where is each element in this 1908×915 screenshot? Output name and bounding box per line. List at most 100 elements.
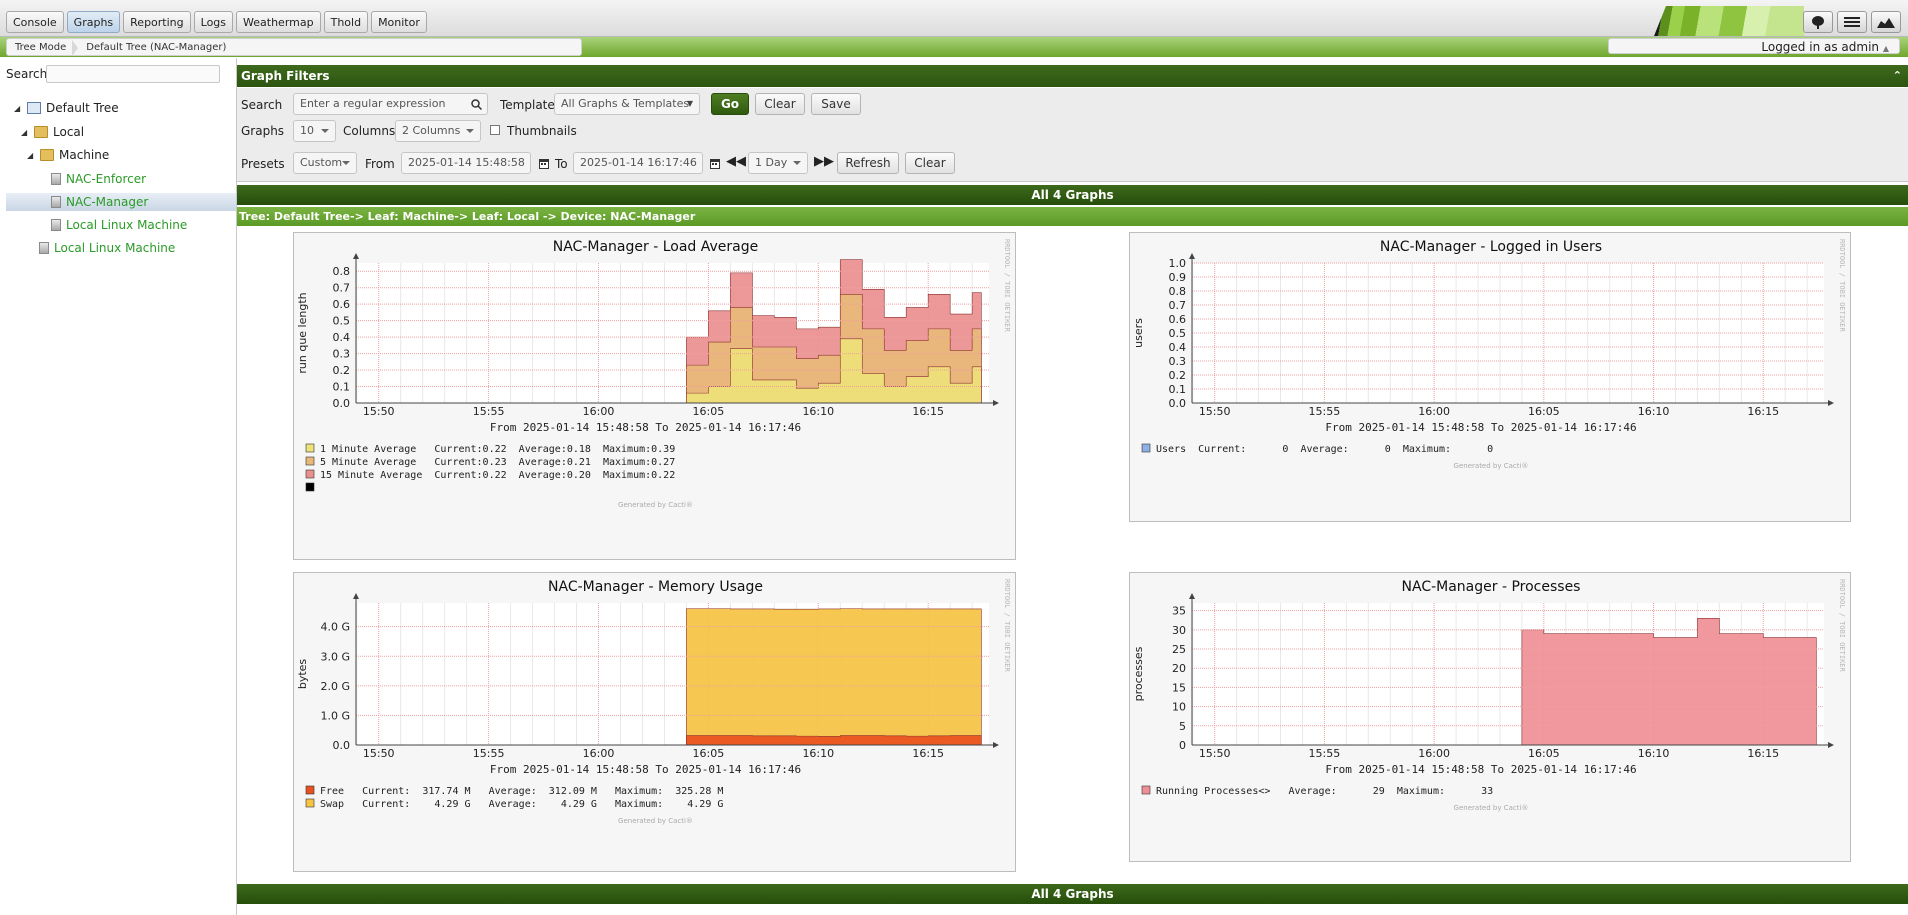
device-icon <box>39 242 49 254</box>
tree-pane: Search <box>0 58 237 915</box>
legend-swatch <box>305 469 315 479</box>
tree-view-button[interactable] <box>1803 11 1833 33</box>
load-average-chart: 0.0 0.1 0.2 0.3 0.4 0.5 0.6 0.7 0.8 15:50 15:55 16:… <box>296 239 1011 509</box>
graph-memory-usage[interactable]: 0.0 1.0 G 2.0 G 3.0 G 4.0 G 15:50 15:55 16:00 16… <box>293 572 1016 872</box>
tree-node-label: Local Linux Machine <box>66 218 188 232</box>
tab-weathermap[interactable]: Weathermap <box>236 11 321 33</box>
graph-filters-header: Graph Filters ⌃ <box>237 65 1908 87</box>
y-tick-label: 15 <box>1172 681 1186 694</box>
tree-node-nac-enforcer[interactable]: NAC-Enforcer <box>51 172 146 186</box>
x-tick-label: 16:05 <box>693 405 725 418</box>
x-tick-label: 16:10 <box>802 747 834 760</box>
calendar-from-icon[interactable] <box>539 158 549 169</box>
y-tick-label: 0.4 <box>1169 341 1187 354</box>
tree-node-machine[interactable]: ◢ Machine <box>27 148 109 162</box>
device-icon <box>51 173 61 185</box>
collapse-icon[interactable]: ◢ <box>27 151 35 160</box>
preview-view-button[interactable] <box>1871 11 1901 33</box>
search-input[interactable]: Enter a regular expression <box>293 93 488 115</box>
calendar-to-icon[interactable] <box>710 158 720 169</box>
tree-node-default-tree[interactable]: ◢ Default Tree <box>14 101 119 115</box>
x-tick-label: 16:15 <box>912 405 944 418</box>
clear-timespan-button[interactable]: Clear <box>905 152 955 174</box>
y-axis-label: run que length <box>296 292 309 373</box>
tree-search-label: Search <box>6 67 48 81</box>
legend-swatch <box>305 785 315 795</box>
legend-text: 1 Minute Average Current:0.22 Average:0.… <box>320 444 675 455</box>
chart-title: NAC-Manager - Load Average <box>553 239 758 255</box>
chart-title: NAC-Manager - Memory Usage <box>548 579 763 595</box>
y-tick-label: 0.1 <box>1169 383 1187 396</box>
shift-right-icon[interactable]: ▶▶ <box>814 154 834 169</box>
y-axis-arrow <box>1189 253 1195 259</box>
rrdtool-credit: RRDTOOL / TOBI OETIKER <box>1003 239 1011 333</box>
collapse-filters-icon[interactable]: ⌃ <box>1893 65 1902 87</box>
graphs-per-page-select[interactable]: 10 <box>293 120 336 142</box>
legend-text: Running Processes<> Average: 29 Maximum:… <box>1156 786 1493 797</box>
time-range-text: From 2025-01-14 15:48:58 To 2025-01-14 1… <box>490 763 801 776</box>
list-view-button[interactable] <box>1837 11 1867 33</box>
user-menu[interactable]: Logged in as admin ▲ <box>1608 38 1900 54</box>
tree-node-local[interactable]: ◢ Local <box>21 125 84 139</box>
x-tick-label: 16:05 <box>1528 747 1560 760</box>
breadcrumb-current: Default Tree (NAC-Manager) <box>86 41 227 53</box>
tab-monitor[interactable]: Monitor <box>371 11 427 33</box>
y-tick-label: 1.0 <box>1169 257 1187 270</box>
logged-in-text: Logged in as admin <box>1761 40 1880 54</box>
tree-node-label: Default Tree <box>46 101 119 115</box>
thumbnails-checkbox[interactable] <box>490 125 500 135</box>
save-button[interactable]: Save <box>811 93 861 115</box>
collapse-icon[interactable]: ◢ <box>21 128 29 137</box>
tab-logs[interactable]: Logs <box>193 11 234 33</box>
columns-select[interactable]: 2 Columns <box>395 120 481 142</box>
tree-icon <box>1812 16 1824 29</box>
go-button[interactable]: Go <box>711 93 749 115</box>
search-icon <box>471 99 482 110</box>
search-label: Search <box>241 98 283 112</box>
y-tick-label: 0.5 <box>333 315 351 328</box>
generated-by-text: Generated by Cacti® <box>618 501 693 509</box>
tree-node-nac-manager[interactable]: NAC-Manager <box>51 195 148 209</box>
tree-node-label: Machine <box>59 148 110 162</box>
y-tick-label: 20 <box>1172 662 1186 675</box>
graph-logged-in-users[interactable]: 0.0 0.1 0.2 0.3 0.4 0.5 0.6 0.7 0.8 0.9 1.0 15:50 15… <box>1129 232 1851 522</box>
breadcrumb-tree-mode[interactable]: Tree Mode <box>7 39 79 56</box>
memory-usage-chart: 0.0 1.0 G 2.0 G 3.0 G 4.0 G 15:50 15:55 16:00 16… <box>296 579 1011 825</box>
y-tick-label: 0.8 <box>333 265 351 278</box>
x-tick-label: 16:15 <box>912 747 944 760</box>
refresh-button[interactable]: Refresh <box>837 152 899 174</box>
tree-root-icon <box>27 102 41 114</box>
graph-processes[interactable]: 0 5 10 15 20 25 30 35 15:50 15:55 16:00 16:05 16:10 1… <box>1129 572 1851 862</box>
graphs-label: Graphs <box>241 124 285 138</box>
generated-by-text: Generated by Cacti® <box>618 817 693 825</box>
x-tick-label: 16:10 <box>802 405 834 418</box>
tree-node-local-linux-machine-2[interactable]: Local Linux Machine <box>39 241 175 255</box>
tree-node-local-linux-machine[interactable]: Local Linux Machine <box>51 218 187 232</box>
tab-reporting[interactable]: Reporting <box>123 11 191 33</box>
series-area-free <box>686 735 982 746</box>
x-tick-label: 15:55 <box>1309 405 1341 418</box>
presets-select[interactable]: Custom <box>293 152 357 174</box>
legend-swatch <box>305 456 315 466</box>
x-tick-label: 16:05 <box>693 747 725 760</box>
x-tick-label: 16:00 <box>1418 405 1450 418</box>
rrdtool-credit: RRDTOOL / TOBI OETIKER <box>1838 239 1846 333</box>
collapse-icon[interactable]: ◢ <box>14 104 22 113</box>
tab-graphs[interactable]: Graphs <box>66 11 121 33</box>
tree-search-input[interactable] <box>46 65 220 83</box>
device-icon <box>51 219 61 231</box>
template-select[interactable]: All Graphs & Templates ▼ <box>554 93 700 115</box>
y-axis-label: users <box>1132 318 1145 348</box>
x-tick-label: 16:15 <box>1747 747 1779 760</box>
timespan-select[interactable]: 1 Day <box>748 152 808 174</box>
from-date-input[interactable]: 2025-01-14 15:48:58 <box>401 152 531 174</box>
graph-load-average[interactable]: 0.0 0.1 0.2 0.3 0.4 0.5 0.6 0.7 0.8 15:50 15:55 16:… <box>293 232 1016 560</box>
to-date-input[interactable]: 2025-01-14 16:17:46 <box>573 152 703 174</box>
y-tick-label: 2.0 G <box>320 680 350 693</box>
tab-console[interactable]: Console <box>6 11 64 33</box>
legend-swatch <box>305 443 315 453</box>
clear-button[interactable]: Clear <box>755 93 805 115</box>
tab-thold[interactable]: Thold <box>323 11 369 33</box>
shift-left-icon[interactable]: ◀◀ <box>726 154 746 169</box>
list-icon <box>1844 17 1860 27</box>
